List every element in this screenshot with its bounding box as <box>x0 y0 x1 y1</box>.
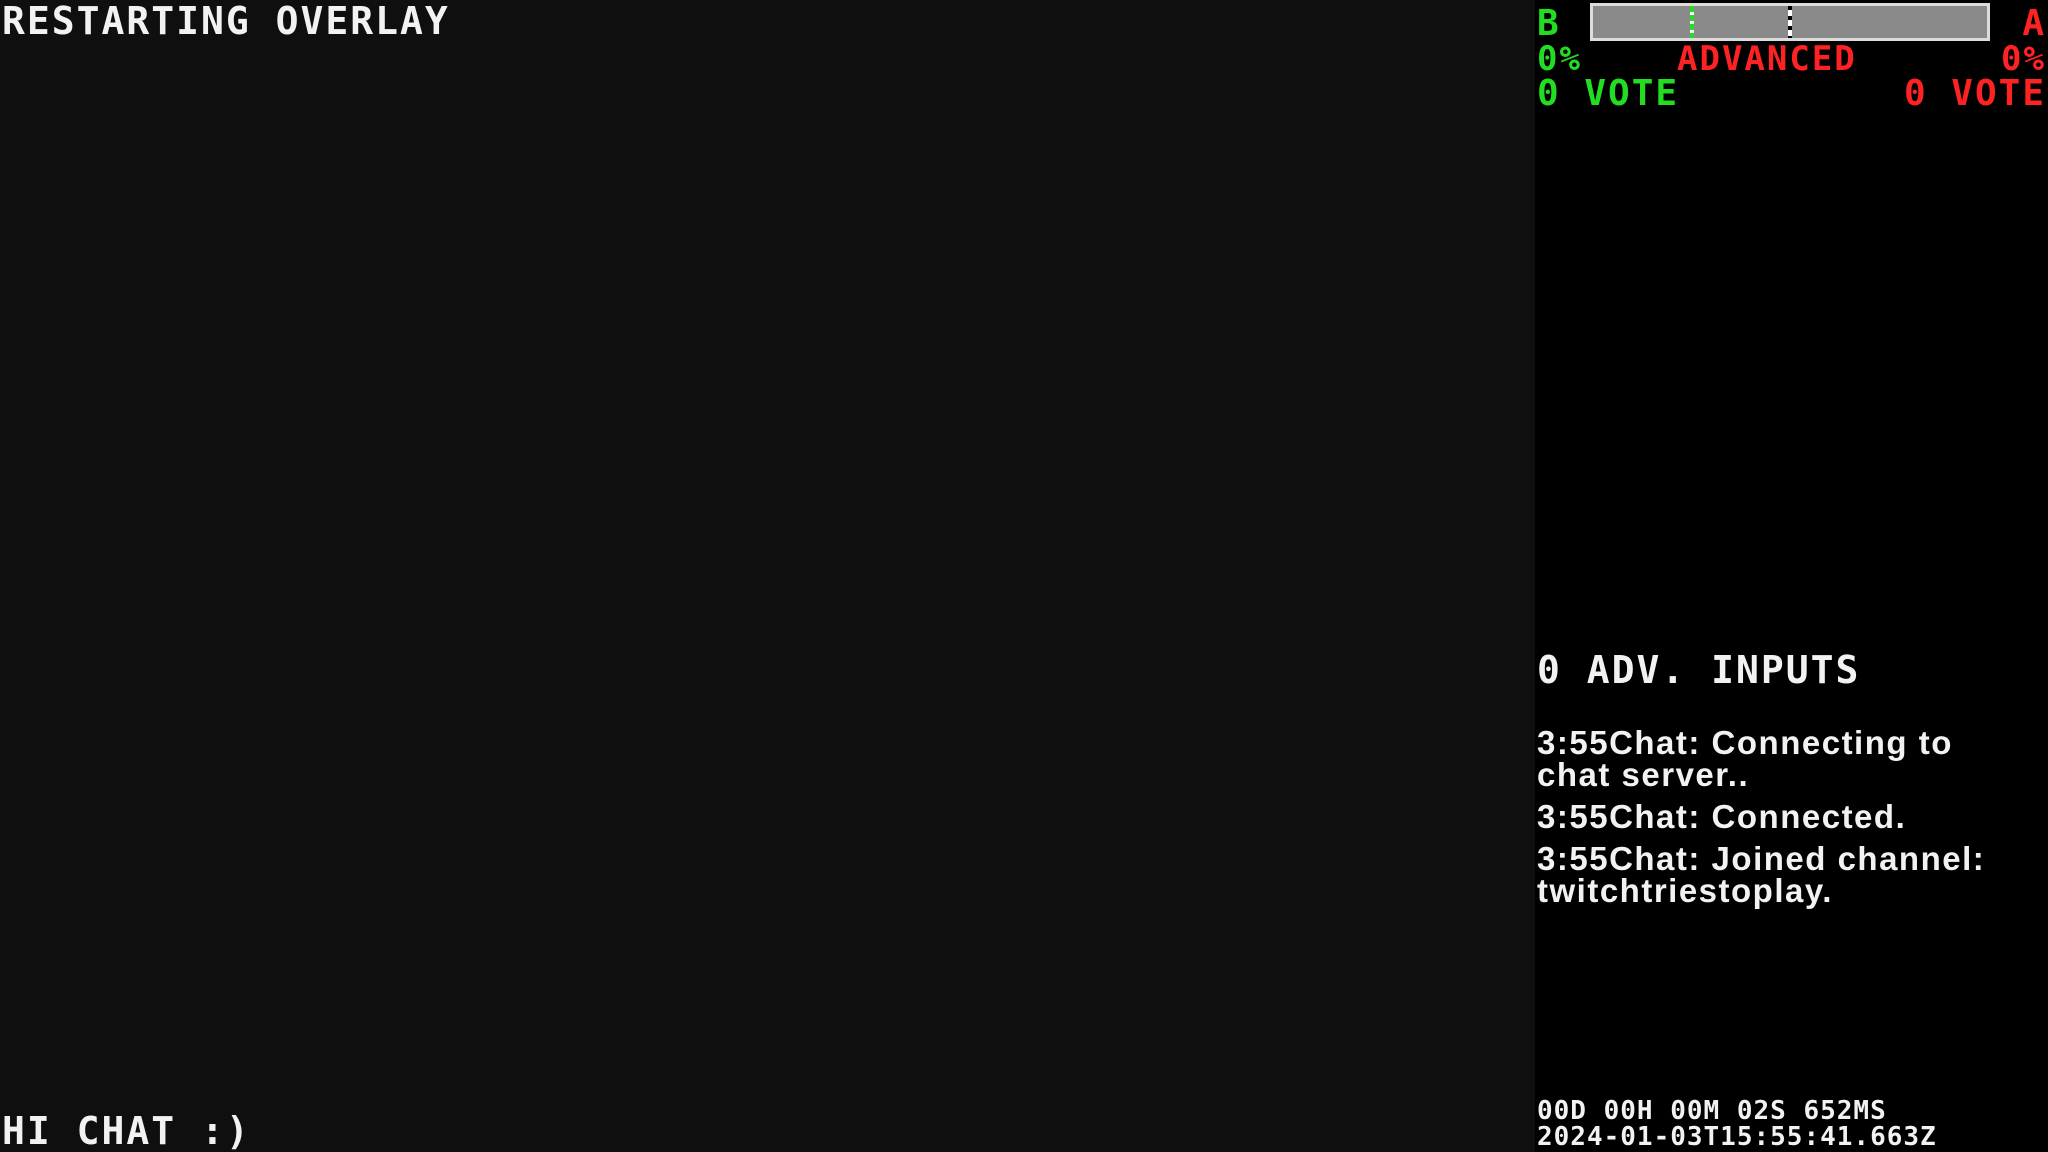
advanced-inputs-count: 0 ADV. INPUTS <box>1537 648 1861 692</box>
chat-message: 3:55Chat: Connected. <box>1537 798 2037 835</box>
option-a-votes: 0 VOTE <box>1903 73 2046 114</box>
option-b-label: B <box>1537 3 1561 44</box>
current-timestamp: 2024-01-03T15:55:41.663Z <box>1537 1122 1937 1152</box>
sidebar-panel: B A 0% ADVANCED 0% 0 VOTE 0 VOTE 0 ADV. … <box>1535 0 2048 1152</box>
vote-meter-bar <box>1590 3 1990 41</box>
game-view: RESTARTING OVERLAY HI CHAT :) <box>0 0 1535 1152</box>
footer-message: HI CHAT :) <box>2 1109 251 1152</box>
vote-meter-green-marker <box>1690 6 1694 38</box>
option-b-percent: 0% <box>1537 39 1582 79</box>
uptime-counter: 00D 00H 00M 02S 652MS <box>1537 1096 1887 1126</box>
vote-meter-row: B A <box>1535 2 2048 44</box>
chat-log: 3:55Chat: Connecting to chat server.. 3:… <box>1537 726 2037 917</box>
chat-message: 3:55Chat: Joined channel: twitchtriestop… <box>1537 842 2037 907</box>
vote-count-row: 0 VOTE 0 VOTE <box>1535 76 2048 114</box>
chat-message-time: 3:55 <box>1537 798 1610 835</box>
chat-message-text: Chat: Connected. <box>1609 798 1907 835</box>
vote-meter-center-marker <box>1788 6 1792 38</box>
input-mode-label: ADVANCED <box>1677 39 1857 79</box>
overlay-status-text: RESTARTING OVERLAY <box>2 0 450 43</box>
option-b-votes: 0 VOTE <box>1537 73 1680 114</box>
option-a-percent: 0% <box>2001 39 2046 79</box>
option-a-label: A <box>2022 3 2046 44</box>
chat-message: 3:55Chat: Connecting to chat server.. <box>1537 726 2037 791</box>
